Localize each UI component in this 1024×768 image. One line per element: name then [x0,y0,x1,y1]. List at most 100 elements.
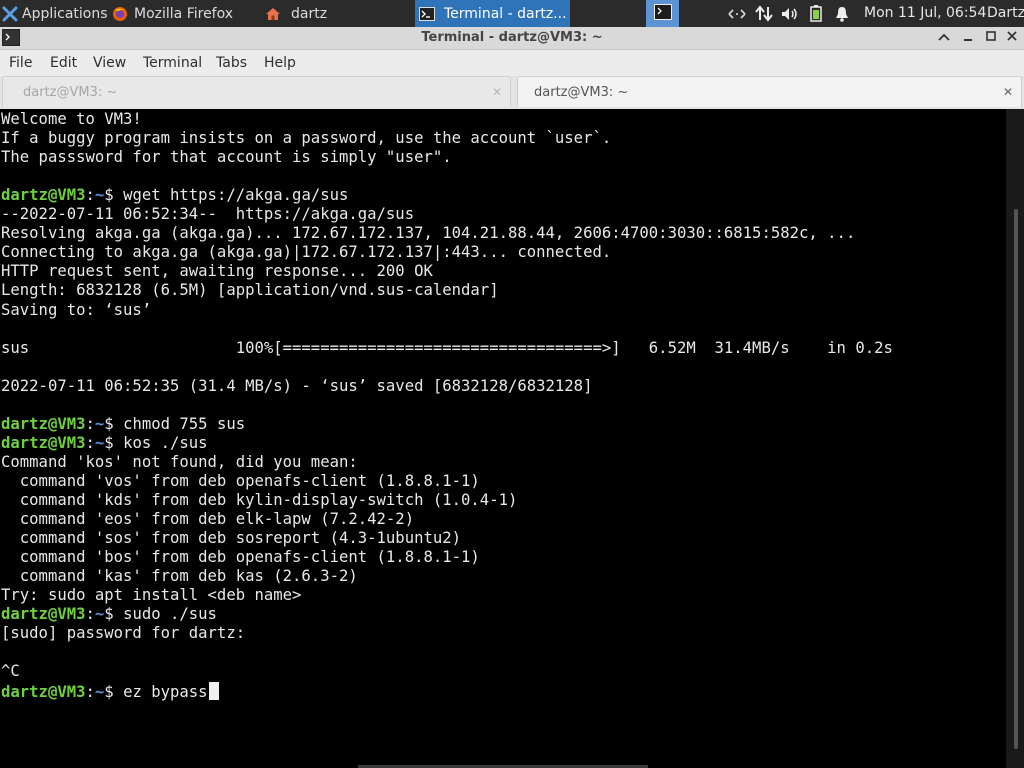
prompt-user: dartz@VM3 [1,414,86,433]
output-line: Welcome to VM3! [1,110,142,128]
workspace-switcher[interactable] [646,0,679,27]
output-line: --2022-07-11 06:52:34-- https://akga.ga/… [1,205,415,224]
volume-icon[interactable] [780,5,800,22]
scrollbar-thumb[interactable] [1014,209,1018,749]
task-dartz-folder[interactable]: dartz [265,0,405,27]
minimize-icon [962,30,974,46]
applications-label: Applications [22,5,108,22]
output-line: command 'eos' from deb elk-lapw (7.2.42-… [1,510,415,529]
xfce-mouse-icon [2,6,18,22]
output-line: Try: sudo apt install <deb name> [1,586,302,605]
prompt-separator: : [85,414,95,433]
menu-bar: File Edit View Terminal Tabs Help [0,50,1024,76]
prompt-path: ~ [94,605,105,624]
menu-file[interactable]: File [9,50,32,76]
task-terminal[interactable]: Terminal - dartz... [415,0,570,27]
command-line: dartz@VM3:~$ wget https://akga.ga/sus [1,186,348,205]
prompt-path: ~ [94,433,105,452]
command-text: kos ./sus [123,433,208,452]
transfer-icon[interactable] [754,5,774,22]
prompt-symbol: $ [104,682,124,701]
minimize-button[interactable] [957,27,979,49]
prompt-separator: : [85,605,95,624]
terminal-scrollbar[interactable] [1006,109,1024,768]
clock[interactable]: Mon 11 Jul, 06:54 [864,0,986,27]
tab-bar: dartz@VM3: ~ ✕ dartz@VM3: ~ ✕ [0,76,1024,109]
menu-terminal[interactable]: Terminal [143,50,202,76]
applications-menu[interactable]: Applications [0,0,108,27]
output-line: command 'sos' from deb sosreport (4.3-1u… [1,529,462,548]
prompt-separator: : [85,682,95,701]
command-text: ez bypass [123,682,208,701]
prompt-symbol: $ [104,186,124,205]
output-line: Length: 6832128 (6.5M) [application/vnd.… [1,281,499,300]
command-line: dartz@VM3:~$ kos ./sus [1,434,208,453]
home-folder-icon [265,6,281,22]
output-line: sus 100%[===============================… [1,338,893,357]
task-label: Terminal - dartz... [444,5,567,22]
output-line: 2022-07-11 06:52:35 (31.4 MB/s) - ‘sus’ … [1,376,593,395]
tab-inactive[interactable]: dartz@VM3: ~ ✕ [2,76,511,107]
prompt-user: dartz@VM3 [1,682,86,701]
command-line: dartz@VM3:~$ ez bypass [1,681,219,701]
command-text: wget https://akga.ga/sus [123,186,349,205]
prompt-user: dartz@VM3 [1,186,86,205]
command-line: dartz@VM3:~$ sudo ./sus [1,605,217,624]
output-line: command 'vos' from deb openafs-client (1… [1,471,480,490]
output-line: [sudo] password for dartz: [1,624,246,643]
command-text: sudo ./sus [123,605,217,624]
tab-active[interactable]: dartz@VM3: ~ ✕ [517,76,1022,107]
output-line: HTTP request sent, awaiting response... … [1,262,433,281]
prompt-path: ~ [94,682,105,701]
output-line: command 'kds' from deb kylin-display-swi… [1,491,518,509]
menu-tabs[interactable]: Tabs [216,50,247,76]
prompt-separator: : [85,186,95,205]
firefox-icon [112,6,128,22]
terminal-area[interactable]: Welcome to VM3! If a buggy program insist… [0,109,1006,768]
user-menu[interactable]: Dartz [987,0,1024,27]
command-text: chmod 755 sus [123,414,246,433]
chevron-up-icon [938,30,950,46]
prompt-user: dartz@VM3 [1,605,86,624]
task-label: Mozilla Firefox [134,5,234,22]
terminal-icon [653,3,672,24]
prompt-symbol: $ [104,605,124,624]
battery-icon[interactable] [808,5,824,22]
window-title: Terminal - dartz@VM3: ~ [421,30,603,45]
network-arrows-icon[interactable] [727,5,747,22]
output-line: If a buggy program insists on a password… [1,129,612,148]
prompt-path: ~ [94,414,105,433]
close-button[interactable] [1001,27,1023,49]
prompt-symbol: $ [104,414,124,433]
output-line: Resolving akga.ga (akga.ga)... 172.67.17… [1,224,856,243]
close-tab-icon[interactable]: ✕ [1003,77,1013,108]
output-line: command 'bos' from deb openafs-client (1… [1,548,480,567]
output-line: Connecting to akga.ga (akga.ga)|172.67.1… [1,243,612,262]
shade-button[interactable] [933,27,955,49]
output-line: command 'kas' from deb kas (2.6.3-2) [1,567,358,586]
menu-edit[interactable]: Edit [50,50,77,76]
task-label: dartz [291,5,328,22]
command-line: dartz@VM3:~$ chmod 755 sus [1,415,245,434]
prompt-path: ~ [94,186,105,205]
window-titlebar[interactable]: Terminal - dartz@VM3: ~ [0,27,1024,50]
maximize-icon [985,30,997,46]
tab-label: dartz@VM3: ~ [534,85,629,100]
prompt-user: dartz@VM3 [1,433,86,452]
prompt-separator: : [85,433,95,452]
close-tab-icon[interactable]: ✕ [492,77,502,108]
output-line: The passsword for that account is simply… [1,148,452,167]
maximize-button[interactable] [980,27,1002,49]
task-firefox[interactable]: Mozilla Firefox [112,0,260,27]
menu-view[interactable]: View [93,50,126,76]
output-line: ^C [1,662,20,681]
text-cursor [208,681,219,700]
output-line: Command 'kos' not found, did you mean: [1,452,358,471]
menu-help[interactable]: Help [264,50,296,76]
top-panel: Applications Mozilla Firefox dartz Termi… [0,0,1024,27]
prompt-symbol: $ [104,433,124,452]
notification-bell-icon[interactable] [833,5,851,22]
output-line: Saving to: ‘sus’ [1,300,152,319]
tab-label: dartz@VM3: ~ [23,85,118,100]
terminal-icon [419,6,435,22]
